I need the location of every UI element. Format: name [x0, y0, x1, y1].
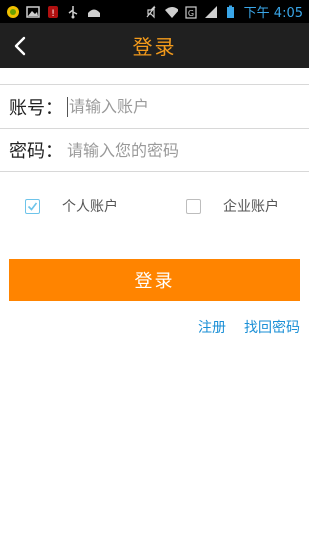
account-label: 账号： — [9, 97, 63, 119]
personal-account-label: 个人账户 — [62, 199, 118, 215]
register-link[interactable]: 注册 — [198, 317, 226, 337]
status-time: 下午 4:05 — [243, 6, 303, 21]
personal-account-option[interactable]: 个人账户 — [25, 196, 118, 216]
company-account-checkbox[interactable] — [186, 198, 201, 214]
company-account-label: 企业账户 — [223, 199, 279, 215]
image-icon — [26, 5, 40, 19]
password-row: 密码： — [0, 128, 309, 172]
account-type-group: 个人账户 企业账户 — [0, 196, 309, 220]
account-input[interactable] — [69, 97, 299, 116]
notification-icon: ! — [46, 5, 60, 19]
page-title: 登录 — [132, 35, 177, 59]
status-bar-right: G 下午 4:05 — [144, 2, 303, 21]
login-button[interactable]: 登录 — [9, 259, 300, 301]
svg-text:!: ! — [51, 9, 55, 19]
status-bar: ! G 下午 4:05 — [0, 0, 309, 23]
android-icon — [86, 5, 100, 19]
usb-icon — [66, 5, 80, 19]
text-caret — [67, 96, 68, 117]
login-form: 账号： 密码： — [0, 84, 309, 172]
mute-icon — [144, 5, 158, 19]
password-input[interactable] — [67, 140, 297, 160]
password-label: 密码： — [9, 141, 63, 162]
recover-password-link[interactable]: 找回密码 — [244, 317, 300, 337]
back-button[interactable] — [4, 23, 36, 68]
auxiliary-links: 注册 找回密码 — [198, 317, 300, 337]
personal-account-checkbox[interactable] — [25, 198, 40, 214]
signal-bars-icon — [204, 5, 218, 19]
account-row: 账号： — [0, 84, 309, 128]
chevron-left-icon — [14, 36, 26, 55]
status-bar-left: ! — [6, 5, 100, 19]
company-account-option[interactable]: 企业账户 — [186, 196, 279, 216]
title-bar: 登录 — [0, 23, 309, 68]
battery-icon — [224, 5, 238, 19]
mobile-signal-icon: G — [184, 5, 198, 19]
check-icon — [27, 202, 38, 211]
signal-app-icon — [6, 5, 20, 19]
svg-text:G: G — [188, 9, 194, 18]
wifi-icon — [164, 5, 178, 19]
